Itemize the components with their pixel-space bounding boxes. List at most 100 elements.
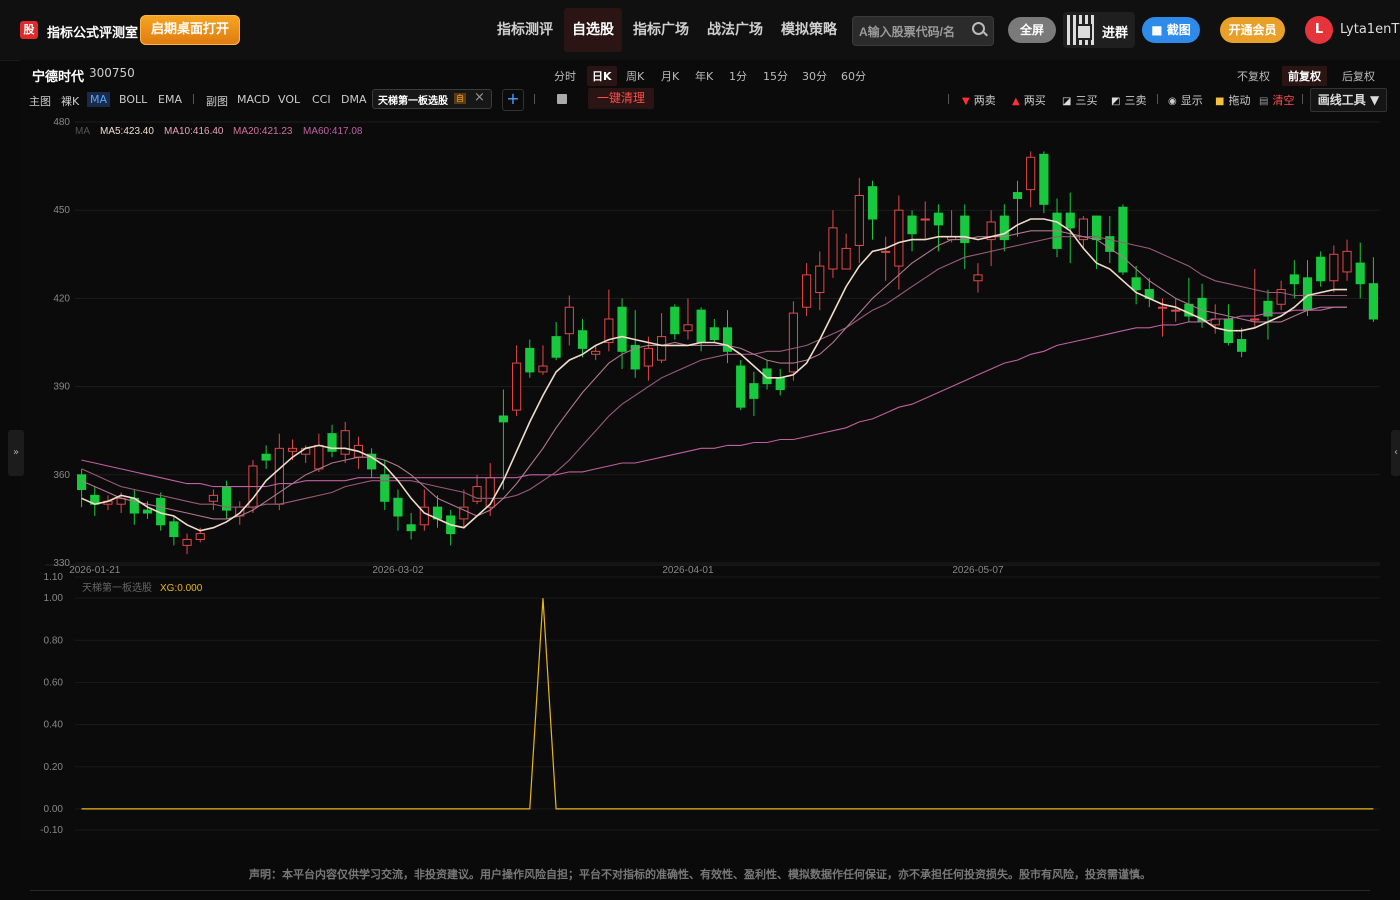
candle-up <box>802 274 812 308</box>
x-tick-label: 2026-04-01 <box>662 565 714 576</box>
candle-up <box>591 350 601 355</box>
sub-indicator: 1.10 1.00 0.80 0.60 0.40 0.20 0.00 -0.10 <box>40 572 1380 836</box>
y-axis: 480 450 420 390 360 330 <box>53 117 70 569</box>
candle-down <box>933 212 943 226</box>
sub-y-tick-label: 0.60 <box>44 677 64 688</box>
ma5-legend: MA5:423.40 <box>100 126 154 137</box>
sub-y-tick-label: 1.00 <box>44 593 64 604</box>
candle-down <box>907 215 917 235</box>
candle-up <box>564 306 574 335</box>
candle-up <box>1342 250 1352 273</box>
candle-up <box>274 447 284 505</box>
candle-down <box>1302 277 1313 311</box>
candle-up <box>1250 318 1260 321</box>
ma20-line <box>81 236 1347 508</box>
y-tick-label: 330 <box>53 558 70 569</box>
ma10-legend: MA10:416.40 <box>164 126 224 137</box>
candle-up <box>1157 306 1168 309</box>
candle-down <box>736 365 746 408</box>
search-icon[interactable] <box>972 22 985 35</box>
open-desktop-button[interactable]: 启期桌面打开 <box>140 15 240 45</box>
candle-up <box>1026 156 1036 191</box>
candle-up <box>815 265 825 294</box>
candle-down <box>525 347 535 373</box>
nav-indicator-square[interactable]: 指标广场 <box>626 8 696 52</box>
candle-up <box>182 538 192 546</box>
chart-panel: 宁德时代 300750 分时 日K 周K 月K 年K 1分 15分 30分 60… <box>20 60 1400 840</box>
join-group-label: 进群 <box>1102 26 1129 41</box>
ma20-legend: MA20:421.23 <box>233 126 293 137</box>
ma-lines <box>81 218 1347 532</box>
app-title: 指标公式评测室 <box>47 26 139 41</box>
nav-watchlist[interactable]: 自选股 <box>564 8 622 52</box>
expand-left-button[interactable]: » <box>8 430 24 476</box>
grid <box>45 121 1380 566</box>
username[interactable]: Lyta1enT <box>1340 22 1399 37</box>
y-tick-label: 420 <box>53 293 70 304</box>
candle-up <box>340 430 350 455</box>
avatar[interactable]: L <box>1305 16 1333 44</box>
x-axis: 2026-01-21 2026-03-02 2026-04-01 2026-05-07 <box>69 565 1004 576</box>
kline-chart[interactable]: 480450420390360330 2026-01-21 2026-03-02 2… <box>20 60 1400 840</box>
candle-down <box>749 383 759 399</box>
sub-y-tick-label: 0.40 <box>44 720 64 731</box>
xg-line <box>81 598 1374 810</box>
candle-down <box>709 327 719 341</box>
candle-down <box>1118 206 1128 273</box>
fullscreen-button[interactable]: 全屏 <box>1008 17 1056 43</box>
candle-down <box>393 497 403 517</box>
screenshot-label: 截图 <box>1166 23 1191 37</box>
sub-indicator-value: XG:0.000 <box>160 583 203 594</box>
sub-legend: 天梯第一板选股 XG:0.000 <box>82 581 203 594</box>
candle-down <box>577 330 588 349</box>
candle-down <box>1289 274 1299 285</box>
candle-down <box>1355 262 1365 285</box>
candle-down <box>1237 339 1247 352</box>
candle-up <box>828 227 838 270</box>
ma5-line <box>81 218 1347 532</box>
candle-up <box>195 533 205 540</box>
candle-down <box>1065 212 1075 229</box>
candle-down <box>551 336 561 358</box>
candle-up <box>1276 289 1286 305</box>
candle-up <box>683 324 693 332</box>
nav-indicator-review[interactable]: 指标测评 <box>490 8 560 52</box>
candle-down <box>498 415 508 423</box>
sub-y-tick-label: 1.10 <box>44 572 64 583</box>
camera-icon: ■ <box>1151 23 1163 37</box>
join-group-button[interactable]: 进群 <box>1063 12 1135 48</box>
candle-up <box>538 365 548 373</box>
ma-legend-prefix: MA <box>75 126 90 137</box>
candle-up <box>208 494 218 502</box>
x-tick-label: 2026-03-02 <box>372 565 424 576</box>
app-logo: 股 <box>20 21 38 39</box>
candle-down <box>261 453 271 461</box>
stock-search <box>852 16 994 46</box>
candle-up <box>314 444 324 470</box>
candle-down <box>1316 256 1326 282</box>
candle-down <box>1131 277 1141 291</box>
candle-down <box>1039 153 1049 205</box>
candle-down <box>169 521 179 538</box>
nav-strategy-square[interactable]: 战法广场 <box>700 8 770 52</box>
vip-button[interactable]: 开通会员 <box>1220 17 1285 43</box>
candle-down <box>775 377 785 391</box>
sub-y-tick-label: 0.00 <box>44 804 64 815</box>
candle-up <box>1171 309 1181 312</box>
candle-up <box>841 247 851 270</box>
y-tick-label: 450 <box>53 205 70 216</box>
candle-up <box>973 274 983 282</box>
candle-up <box>894 209 904 267</box>
sub-indicator-name: 天梯第一板选股 <box>82 581 152 594</box>
nav-simulated-strategy[interactable]: 模拟策略 <box>774 8 844 52</box>
candle-up <box>472 486 482 502</box>
candle-up <box>512 362 522 411</box>
expand-right-button[interactable]: ‹ <box>1391 430 1400 476</box>
search-input[interactable] <box>857 21 971 43</box>
disclaimer: 声明：本平台内容仅供学习交流，非投资建议。用户操作风险自担；平台不对指标的准确性… <box>249 868 1151 881</box>
screenshot-button[interactable]: ■ 截图 <box>1142 17 1200 43</box>
candle-down <box>867 186 878 220</box>
candle-down <box>406 524 416 532</box>
candle-down <box>1092 215 1102 241</box>
divider <box>30 890 1370 891</box>
